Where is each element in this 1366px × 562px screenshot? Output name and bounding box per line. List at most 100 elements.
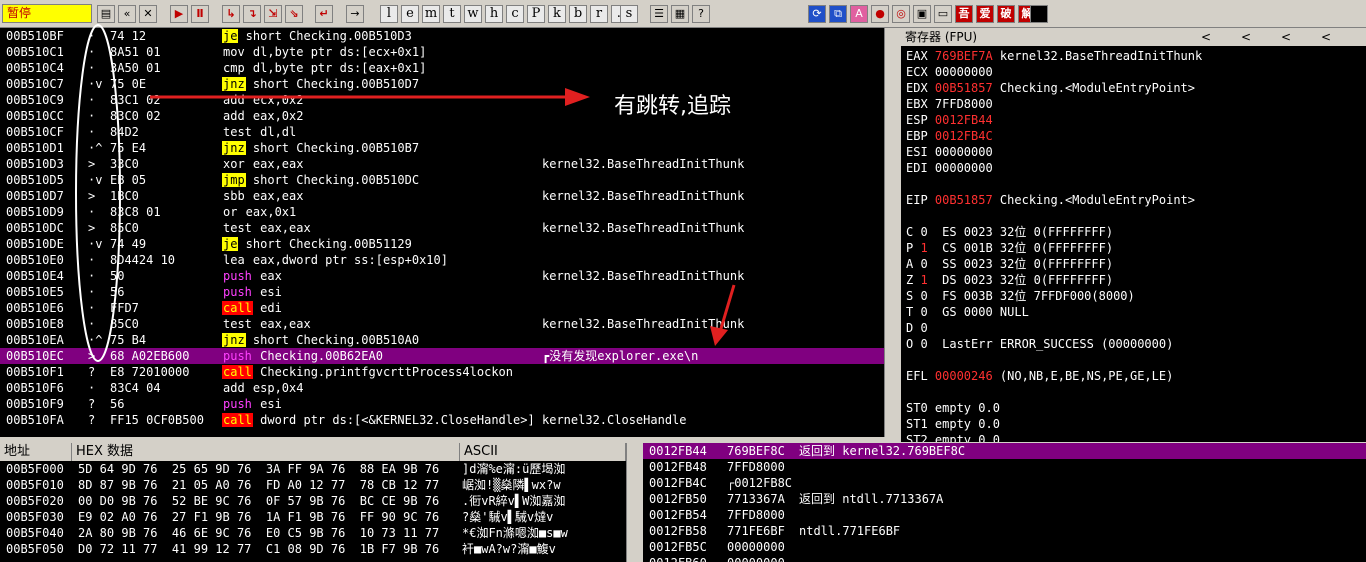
register-value[interactable]: 00B51857	[935, 193, 993, 207]
disasm-row[interactable]: 00B510D9 · 83C8 01 or eax,0x1	[0, 204, 884, 220]
stack-row[interactable]: 0012FB50 7713367A 返回到 ntdll.7713367A	[643, 491, 1366, 507]
stack-row[interactable]: 0012FB58 771FE6BF ntdll.771FE6BF	[643, 523, 1366, 539]
step-over-icon[interactable]: ↴	[243, 5, 261, 23]
target-icon[interactable]: ◎	[892, 5, 910, 23]
disasm-row[interactable]: 00B510BF · 74 12 je short Checking.00B510D3	[0, 28, 884, 44]
step-into-icon[interactable]: ↳	[222, 5, 240, 23]
register-value[interactable]: 0012FB44	[935, 113, 993, 127]
hexdump-row[interactable]: 00B5F020 00 D0 9B 76 52 BE 9C 76 0F 57 9B…	[6, 493, 565, 509]
register-value[interactable]: 0012FB4C	[935, 129, 993, 143]
disasm-row[interactable]: 00B510E0 · 8D4424 10 lea eax,dword ptr ss:[…	[0, 252, 884, 268]
plugin-a-icon[interactable]: A	[850, 5, 868, 23]
col-hex[interactable]: HEX 数据	[72, 443, 460, 461]
glyph-ai[interactable]: 爱	[976, 5, 994, 23]
hexdump-pane[interactable]: 00B5F000 5D 64 9D 76 25 65 9D 76 3A FF 9A…	[0, 461, 626, 562]
disasm-row[interactable]: 00B510D1 ·^ 75 E4 jnz short Checking.00B510…	[0, 140, 884, 156]
toolbar-letter-k[interactable]: k	[548, 5, 566, 23]
color-swatch[interactable]	[1030, 5, 1048, 23]
disasm-row[interactable]: 00B510CC · 83C0 02 add eax,0x2	[0, 108, 884, 124]
disasm-row[interactable]: 00B510C4 · 3A50 01 cmp dl,byte ptr ds:[eax+…	[0, 60, 884, 76]
record-icon[interactable]: ●	[871, 5, 889, 23]
toolbar-letter-m[interactable]: m	[422, 5, 440, 23]
hexdump-row[interactable]: 00B5F050 D0 72 11 77 41 99 12 77 C1 08 9D…	[6, 541, 556, 557]
toolbar-letter-c[interactable]: c	[506, 5, 524, 23]
disasm-row[interactable]: 00B510EA ·^ 75 B4 jnz short Checking.00B510…	[0, 332, 884, 348]
registers-pane[interactable]: 寄存器 (FPU) < < < < EAX 769BEF7A kernel32.…	[901, 28, 1366, 442]
disasm-row[interactable]: 00B510EC >68 A02EB600 push Checking.00B62E…	[0, 348, 884, 364]
stack-row[interactable]: 0012FB44 769BEF8C 返回到 kernel32.769BEF8C	[643, 443, 1366, 459]
register-value[interactable]: 769BEF7A	[935, 49, 993, 63]
disasm-row[interactable]: 00B510F9? 56 push esi	[0, 396, 884, 412]
toolbar-letter-l[interactable]: l	[380, 5, 398, 23]
hexdump-scrollbar[interactable]	[626, 443, 643, 562]
monitor-icon[interactable]: ▭	[934, 5, 952, 23]
execute-till-return-icon[interactable]: ↵	[315, 5, 333, 23]
help-icon[interactable]: ?	[692, 5, 710, 23]
disasm-row[interactable]: 00B510E8 · 85C0 test eax,eax kernel32.BaseTh…	[0, 316, 884, 332]
toolbar-letter-e[interactable]: e	[401, 5, 419, 23]
disasm-row[interactable]: 00B510E4 · 50 push eax kernel32.BaseThreadIn…	[0, 268, 884, 284]
disasm-row[interactable]: 00B510FA? FF15 0CF0B500 call dword ptr ds:…	[0, 412, 884, 428]
register-value[interactable]: 00000246	[935, 369, 993, 383]
register-value[interactable]: 7FFD8000	[935, 97, 993, 111]
stack-row[interactable]: 0012FB54 7FFD8000	[643, 507, 1366, 523]
open-icon[interactable]: ▤	[97, 5, 115, 23]
rewind-icon[interactable]: «	[118, 5, 136, 23]
goto-icon[interactable]: →	[346, 5, 364, 23]
copy-icon[interactable]: ⧉	[829, 5, 847, 23]
hexdump-row[interactable]: 00B5F010 8D 87 9B 76 21 05 A0 76 FD A0 12…	[6, 477, 561, 493]
toolbar-letter-r[interactable]: r	[590, 5, 608, 23]
refresh-icon[interactable]: ⟳	[808, 5, 826, 23]
registers-nav-1[interactable]: <	[1201, 28, 1211, 46]
run-icon[interactable]: ▶	[170, 5, 188, 23]
toolbar-letter-b[interactable]: b	[569, 5, 587, 23]
toolbar-letter-w[interactable]: w	[464, 5, 482, 23]
list-icon[interactable]: ☰	[650, 5, 668, 23]
glyph-po[interactable]: 破	[997, 5, 1015, 23]
stack-pane[interactable]: 0012FB44 769BEF8C 返回到 kernel32.769BEF8C 001…	[643, 443, 1366, 562]
col-address[interactable]: 地址	[0, 443, 72, 461]
registers-nav-3[interactable]: <	[1281, 28, 1291, 46]
pause-icon[interactable]: Ⅱ	[191, 5, 209, 23]
register-value[interactable]: 1	[920, 241, 927, 255]
disassembly-scrollbar[interactable]	[884, 28, 901, 437]
registers-nav-4[interactable]: <	[1321, 28, 1331, 46]
stack-row[interactable]: 0012FB60 00000000	[643, 555, 1366, 562]
stack-row[interactable]: 0012FB4C ┌0012FB8C	[643, 475, 1366, 491]
disasm-row[interactable]: 00B510C1 · 8A51 01 mov dl,byte ptr ds:[ecx+…	[0, 44, 884, 60]
stack-row[interactable]: 0012FB48 7FFD8000	[643, 459, 1366, 475]
toolbar-letter-t[interactable]: t	[443, 5, 461, 23]
disasm-row[interactable]: 00B510E6 · FFD7 call edi	[0, 300, 884, 316]
disasm-row[interactable]: 00B510CF · 84D2 test dl,dl	[0, 124, 884, 140]
disasm-row[interactable]: 00B510C7 ·v 75 0E jnz short Checking.00B510…	[0, 76, 884, 92]
trace-into-icon[interactable]: ⇲	[264, 5, 282, 23]
stack-row[interactable]: 0012FB5C 00000000	[643, 539, 1366, 555]
toolbar-letter-s[interactable]: s	[620, 5, 638, 23]
register-value[interactable]: 00B51857	[935, 81, 993, 95]
hexdump-row[interactable]: 00B5F000 5D 64 9D 76 25 65 9D 76 3A FF 9A…	[6, 461, 565, 477]
disassembly-pane[interactable]: 00B510BF · 74 12 je short Checking.00B510D3…	[0, 28, 884, 437]
disasm-row[interactable]: 00B510D7 >1BC0 sbb eax,eax kernel32.BaseThr…	[0, 188, 884, 204]
close-icon[interactable]: ✕	[139, 5, 157, 23]
toolbar-letter-h[interactable]: h	[485, 5, 503, 23]
disasm-row[interactable]: 00B510DE ·v 74 49 je short Checking.00B5112…	[0, 236, 884, 252]
trace-over-icon[interactable]: ⇘	[285, 5, 303, 23]
disasm-row[interactable]: 00B510F6 · 83C4 04 add esp,0x4	[0, 380, 884, 396]
col-ascii[interactable]: ASCII	[460, 443, 626, 461]
glyph-wu[interactable]: 吾	[955, 5, 973, 23]
disasm-row[interactable]: 00B510C9 · 83C1 02 add ecx,0x2	[0, 92, 884, 108]
register-value[interactable]: 00000000	[935, 161, 993, 175]
register-value[interactable]: 1	[920, 273, 927, 287]
register-value[interactable]: 00000000	[935, 65, 993, 79]
registers-nav-2[interactable]: <	[1241, 28, 1251, 46]
disasm-row[interactable]: 00B510DC >85C0 test eax,eax kernel32.BaseTh…	[0, 220, 884, 236]
disasm-row[interactable]: 00B510F1? E8 72010000 call Checking.printf…	[0, 364, 884, 380]
grid-icon[interactable]: ▦	[671, 5, 689, 23]
toolbar-letter-p[interactable]: P	[527, 5, 545, 23]
hexdump-row[interactable]: 00B5F040 2A 80 9B 76 46 6E 9C 76 E0 C5 9B…	[6, 525, 568, 541]
disasm-row[interactable]: 00B510E5 · 56 push esi	[0, 284, 884, 300]
hexdump-row[interactable]: 00B5F030 E9 02 A0 76 27 F1 9B 76 1A F1 9B…	[6, 509, 553, 525]
disasm-row[interactable]: 00B510D5 ·v EB 05 jmp short Checking.00B510…	[0, 172, 884, 188]
disasm-row[interactable]: 00B510D3 >33C0 xor eax,eax kernel32.BaseThr…	[0, 156, 884, 172]
register-value[interactable]: 00000000	[935, 145, 993, 159]
